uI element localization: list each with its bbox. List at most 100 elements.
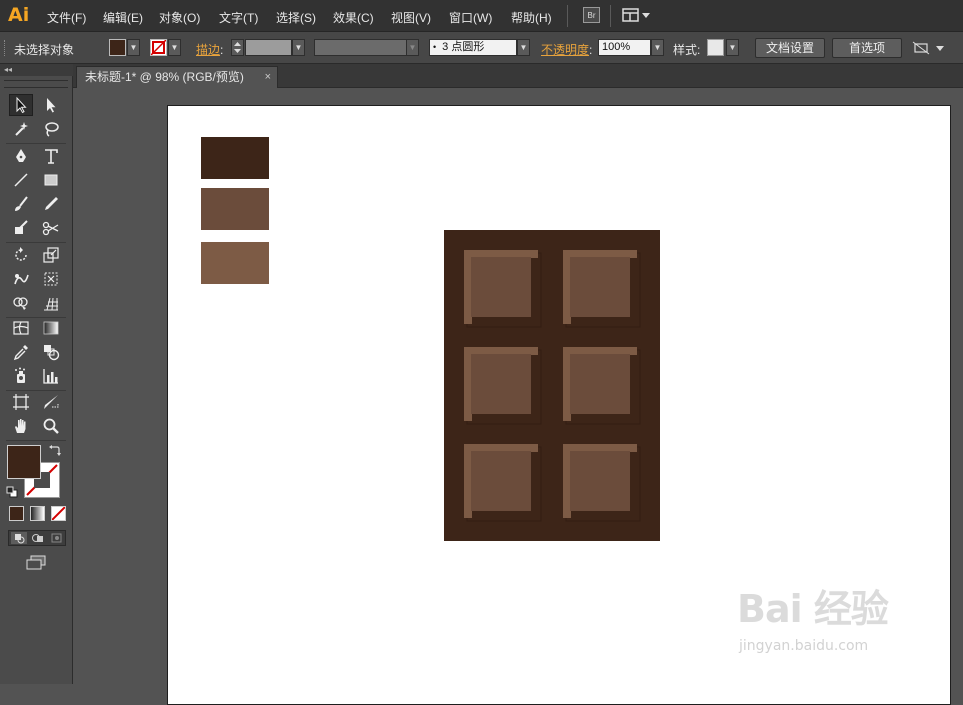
variable-width-profile-select[interactable] [314,39,407,56]
light-brown-swatch-rect[interactable] [201,242,269,284]
swap-fill-stroke-button[interactable] [48,444,62,458]
style-label: 样式: [673,43,701,57]
panel-grip[interactable] [4,40,8,56]
selection-tool[interactable] [9,94,33,116]
scissors-tool[interactable] [39,217,63,239]
brush-dropdown[interactable]: ▼ [517,39,530,56]
menu-select[interactable]: 选择(S) [276,9,316,26]
draw-behind-button[interactable] [30,532,46,544]
stroke-link[interactable]: 描边 [196,43,220,57]
chocolate-bar[interactable] [444,230,660,541]
screen-mode-button[interactable] [24,554,48,572]
document-setup-button[interactable]: 文档设置 [755,38,825,58]
chocolate-piece[interactable] [563,347,641,425]
profile-dropdown[interactable]: ▼ [406,39,419,56]
rectangle-tool-icon [44,174,58,186]
medium-brown-swatch-rect[interactable] [201,188,269,230]
column-graph-tool[interactable] [39,365,63,387]
hand-tool[interactable] [9,415,33,437]
slice-tool[interactable] [39,391,63,413]
opacity-dropdown[interactable]: ▼ [651,39,664,56]
menu-window[interactable]: 窗口(W) [449,9,492,26]
type-tool-icon [45,149,58,164]
stroke-color-swatch[interactable] [150,39,167,56]
gradient-tool[interactable] [39,317,63,339]
chocolate-piece[interactable] [464,347,542,425]
chocolate-piece[interactable] [563,444,641,522]
menu-edit[interactable]: 编辑(E) [103,9,143,26]
chocolate-piece[interactable] [464,444,542,522]
blob-brush-tool[interactable] [9,217,33,239]
free-transform-tool[interactable] [39,268,63,290]
preferences-button[interactable]: 首选项 [832,38,902,58]
shape-builder-tool-icon [13,297,28,310]
workspace-switcher-button[interactable] [622,7,652,23]
fill-color-swatch[interactable] [109,39,126,56]
paintbrush-tool[interactable] [9,193,33,215]
opacity-label[interactable]: 不透明度: [541,41,592,58]
dark-brown-swatch-rect[interactable] [201,137,269,179]
pencil-tool[interactable] [39,193,63,215]
stroke-weight-input[interactable] [245,39,292,56]
stroke-weight-stepper[interactable] [231,39,244,56]
menu-object[interactable]: 对象(O) [159,9,200,26]
menu-bar: Ai 文件(F) 编辑(E) 对象(O) 文字(T) 选择(S) 效果(C) 视… [0,0,963,32]
menu-type[interactable]: 文字(T) [219,9,258,26]
column-graph-tool-icon [43,369,58,384]
pencil-tool-icon [45,197,58,210]
swap-arrows-icon [49,445,61,456]
stroke-dropdown-button[interactable]: ▼ [168,39,181,56]
rectangle-tool[interactable] [39,169,63,191]
arrange-documents-button[interactable] [912,39,952,57]
blend-tool[interactable] [39,341,63,363]
close-tab-icon[interactable]: × [265,67,271,87]
document-tab[interactable]: 未标题-1* @ 98% (RGB/预览) × [76,66,278,88]
direct-selection-tool[interactable] [39,94,63,116]
stroke-label[interactable]: 描边: [196,41,223,58]
lasso-tool[interactable] [39,118,63,140]
fill-color-box[interactable] [7,445,41,479]
bridge-button[interactable]: Br [583,7,600,23]
style-dropdown[interactable]: ▼ [726,39,739,56]
chocolate-piece[interactable] [464,250,542,328]
selection-tool-icon [16,96,27,114]
menu-help[interactable]: 帮助(H) [511,9,552,26]
control-bar: 未选择对象 ▼ ▼ 描边: ▼ ▼ • 3 点圆形 ▼ 不透明度: 100% ▼ … [0,32,963,64]
opacity-input[interactable]: 100% [598,39,651,56]
type-tool[interactable] [39,145,63,167]
fill-dropdown-button[interactable]: ▼ [127,39,140,56]
draw-normal-button[interactable] [11,532,27,544]
mesh-tool[interactable] [9,317,33,339]
default-fill-stroke-button[interactable] [6,486,18,498]
color-mode-button[interactable] [9,506,24,521]
artboard-tool-icon [13,394,29,410]
magic-wand-tool[interactable] [9,118,33,140]
stroke-weight-dropdown[interactable]: ▼ [292,39,305,56]
pen-tool[interactable] [9,145,33,167]
eyedropper-tool[interactable] [9,341,33,363]
artboard-tool[interactable] [9,391,33,413]
menu-file[interactable]: 文件(F) [47,9,86,26]
draw-inside-button[interactable] [49,532,65,544]
brush-definition-select[interactable]: • 3 点圆形 [429,39,517,56]
line-tool[interactable] [9,169,33,191]
scale-tool[interactable] [39,244,63,266]
gradient-mode-button[interactable] [30,506,45,521]
symbol-sprayer-tool[interactable] [9,365,33,387]
canvas-area[interactable]: Bai 经验 jingyan.baidu.com [73,88,963,705]
tools-panel: ◂◂ [0,64,73,684]
menu-effect[interactable]: 效果(C) [333,9,374,26]
lasso-tool-icon [45,122,59,137]
perspective-grid-tool[interactable] [39,292,63,314]
tools-panel-collapse[interactable]: ◂◂ [0,64,73,76]
opacity-link[interactable]: 不透明度 [541,43,589,57]
shape-builder-tool[interactable] [9,292,33,314]
graphic-style-swatch[interactable] [707,39,724,56]
zoom-tool[interactable] [39,415,63,437]
warp-tool[interactable] [9,268,33,290]
menu-view[interactable]: 视图(V) [391,9,431,26]
none-mode-button[interactable] [51,506,66,521]
rotate-tool[interactable] [9,244,33,266]
tools-panel-grip[interactable] [4,80,68,88]
chocolate-piece[interactable] [563,250,641,328]
